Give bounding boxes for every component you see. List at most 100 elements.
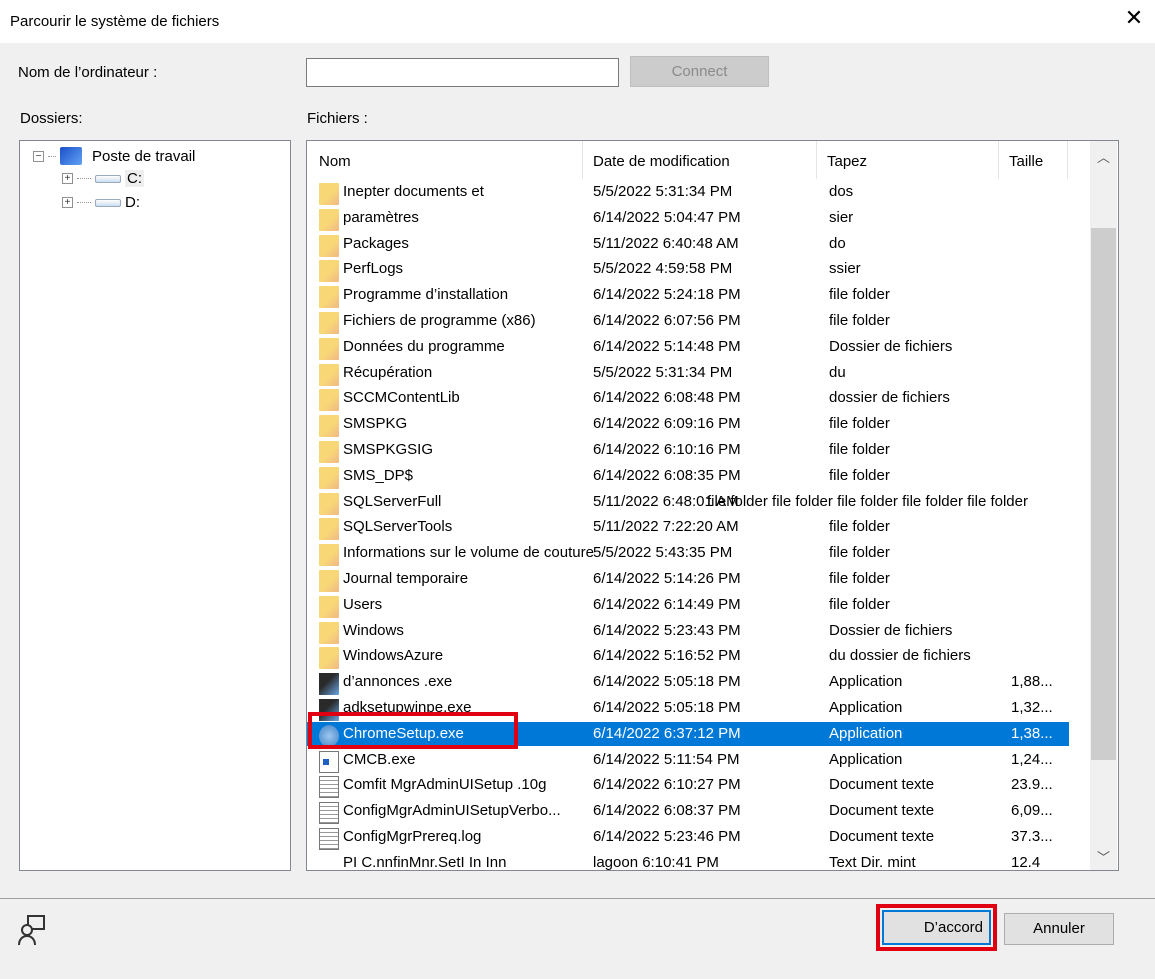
file-date: 6/14/2022 6:08:35 PM [593,466,741,484]
folder-icon [319,337,339,360]
folder-icon [319,518,339,541]
column-header-name[interactable]: Nom [319,153,351,170]
cmcb-icon [319,750,339,773]
file-date: 6/14/2022 5:24:18 PM [593,286,741,304]
file-date: 6/14/2022 6:09:16 PM [593,415,741,433]
folder-icon [319,389,339,412]
text-document-icon [319,802,339,825]
file-name: Packages [343,234,409,252]
file-name: SCCMContentLib [343,389,460,407]
file-type: du dossier de fichiers [829,647,971,665]
file-size: 37.3... [1011,828,1053,845]
folder-icon [319,492,339,515]
file-row[interactable]: ConfigMgrPrereq.log 6/14/2022 5:23:46 PM D… [307,825,1069,850]
folder-tree[interactable]: − Poste de travail + C: + D: [19,140,291,871]
file-row[interactable]: Récupération 5/5/2022 5:31:34 PM du [307,361,1069,386]
folder-icon [319,208,339,231]
column-header-size[interactable]: Taille [1009,153,1043,170]
file-date: 6/14/2022 5:05:18 PM [593,673,741,691]
file-date: lagoon 6:10:41 PM [593,853,719,871]
file-row[interactable]: Programme d’installation 6/14/2022 5:24:1… [307,283,1069,309]
collapse-icon[interactable]: − [33,150,44,162]
file-date: 6/14/2022 5:05:18 PM [593,699,741,716]
file-row[interactable]: SCCMContentLib 6/14/2022 6:08:48 PM dossie… [307,386,1069,412]
folder-icon [319,260,339,283]
file-row[interactable]: SQLServerFull 5/11/2022 6:48:01 AM file fo… [307,490,1069,515]
scrollbar-thumb[interactable] [1091,228,1116,760]
file-date: 6/14/2022 5:23:46 PM [593,828,741,845]
file-row[interactable]: Fichiers de programme (x86) 6/14/2022 6:0… [307,309,1069,334]
file-type: file folder [829,312,890,329]
tree-item-c[interactable]: + C: [62,170,144,187]
app-icon [319,673,339,696]
file-row[interactable]: Données du programme 6/14/2022 5:14:48 PM… [307,335,1069,360]
file-type: ssier [829,260,861,278]
file-row[interactable]: Comfit MgrAdminUISetup .10g 6/14/2022 6:1… [307,773,1069,799]
file-row[interactable]: d’annonces .exe 6/14/2022 5:05:18 PM Appli… [307,670,1069,696]
computer-name-input[interactable] [306,58,619,87]
ok-button[interactable]: D’accord [882,910,991,945]
file-row[interactable]: Inepter documents et 5/5/2022 5:31:34 PM d… [307,180,1069,205]
file-name: SQLServerFull [343,492,442,510]
column-header-date[interactable]: Date de modification [593,153,730,170]
file-type: Application [829,673,903,691]
file-row[interactable]: Informations sur le volume de couture 5/5… [307,541,1069,567]
file-type: Text Dir. mint [829,853,916,871]
file-size: 6,09... [1011,802,1053,820]
folder-icon [319,544,339,567]
folders-label: Dossiers: [20,110,83,127]
file-type: sier [829,208,854,226]
file-row[interactable]: SMSPKGSIG 6/14/2022 6:10:16 PM file folder [307,438,1069,463]
file-row[interactable]: Users 6/14/2022 6:14:49 PM file folder [307,593,1069,618]
scroll-down-icon[interactable]: ﹀ [1090,847,1117,866]
file-row[interactable]: SMSPKG 6/14/2022 6:09:16 PM file folder [307,412,1069,438]
tree-item-d[interactable]: + D: [62,194,140,211]
file-date: 5/5/2022 5:31:34 PM [593,363,733,381]
divider [0,898,1155,899]
file-row[interactable]: SMS_DP$ 6/14/2022 6:08:35 PM file folder [307,464,1069,489]
user-help-icon[interactable] [16,913,50,947]
file-name: SMSPKG [343,415,408,433]
file-row[interactable]: SQLServerTools 5/11/2022 7:22:20 AM file f… [307,515,1069,541]
file-size: 1,88... [1011,673,1053,691]
file-row[interactable]: ConfigMgrAdminUISetupVerbo... 6/14/2022 6… [307,799,1069,825]
file-row[interactable]: Packages 5/11/2022 6:40:48 AM do [307,232,1069,257]
expand-icon[interactable]: + [62,173,73,184]
close-icon[interactable]: ✕ [1122,6,1146,30]
file-list[interactable]: Nom Date de modification Tapez Taille In… [306,140,1119,871]
file-name: d’annonces .exe [343,673,453,691]
file-type: do [829,234,846,252]
file-date: 5/11/2022 7:22:20 AM [593,518,739,536]
file-name: WindowsAzure [343,647,444,665]
file-date: 5/5/2022 5:31:34 PM [593,183,733,200]
file-date: 6/14/2022 6:37:12 PM [593,724,741,742]
file-row[interactable]: PerfLogs 5/5/2022 4:59:58 PM ssier [307,257,1069,283]
file-size: 1,32... [1011,699,1053,716]
expand-icon[interactable]: + [62,197,73,208]
column-header-type[interactable]: Tapez [827,153,867,170]
file-row[interactable]: WindowsAzure 6/14/2022 5:16:52 PM du dossi… [307,644,1069,670]
file-type: file folder [829,570,890,587]
tree-item-workstation[interactable]: − Poste de travail [33,147,195,165]
file-row[interactable]: CMCB.exe 6/14/2022 5:11:54 PM Application 1… [307,748,1069,773]
folder-icon [319,621,339,644]
file-row[interactable]: Journal temporaire 6/14/2022 5:14:26 PM fi… [307,567,1069,592]
folder-icon [319,286,339,309]
file-type: file folder [829,286,890,304]
file-date: 5/11/2022 6:40:48 AM [593,234,739,252]
folder-icon [319,647,339,670]
file-row[interactable]: PI C.nnfinMnr.SetI In Inn lagoon 6:10:41 … [307,851,1069,871]
file-name: Windows [343,621,404,639]
file-type: file folder file folder file folder file… [707,492,1028,510]
folder-icon [319,312,339,334]
cancel-button[interactable]: Annuler [1004,913,1114,945]
file-name: Récupération [343,363,433,381]
file-row[interactable]: paramètres 6/14/2022 5:04:47 PM sier [307,206,1069,231]
scroll-up-icon[interactable]: ︿ [1090,147,1117,166]
file-row[interactable]: Windows 6/14/2022 5:23:43 PM Dossier de fi… [307,619,1069,644]
folder-icon [319,363,339,386]
file-size: 1,24... [1011,750,1053,768]
file-type: Document texte [829,828,935,845]
folder-icon [319,570,339,592]
connect-button[interactable]: Connect [630,56,769,87]
